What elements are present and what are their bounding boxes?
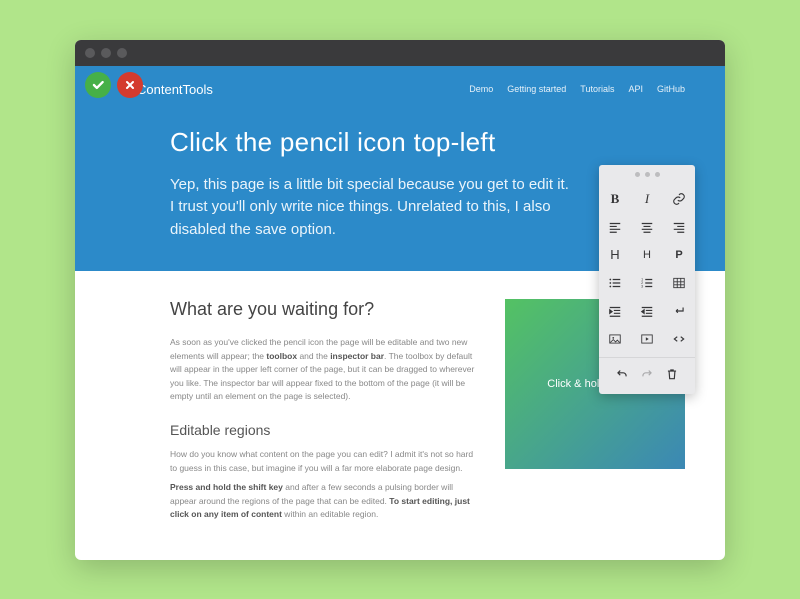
heading-icon: H [610,247,619,262]
italic-icon: I [645,191,649,207]
outdent-icon [640,304,654,318]
undo-icon [615,367,629,381]
tool-italic[interactable]: I [631,185,663,213]
nav-api[interactable]: API [628,84,643,94]
tool-undo[interactable] [610,364,634,384]
nav-row: ContentTools Demo Getting started Tutori… [115,66,685,127]
tool-ul[interactable] [599,269,631,297]
trash-icon [665,367,679,381]
nav-github[interactable]: GitHub [657,84,685,94]
editor-actions [85,72,143,98]
align-right-icon [672,220,686,234]
tool-indent[interactable] [599,297,631,325]
bold-icon: B [611,191,620,207]
tool-redo[interactable] [635,364,659,384]
subsection-heading[interactable]: Editable regions [170,422,481,438]
regions-paragraph[interactable]: How do you know what content on the page… [170,448,481,475]
redo-icon [640,367,654,381]
align-left-icon [608,220,622,234]
text-column: What are you waiting for? As soon as you… [170,299,481,528]
traffic-zoom-icon[interactable] [117,48,127,58]
link-icon [672,192,686,206]
nav-demo[interactable]: Demo [469,84,493,94]
app-window: ContentTools Demo Getting started Tutori… [75,40,725,560]
traffic-close-icon[interactable] [85,48,95,58]
traffic-minimize-icon[interactable] [101,48,111,58]
code-icon [672,332,686,346]
tool-video[interactable] [631,325,663,353]
toolbox-grid: B I H H P 123 [599,185,695,353]
tool-outdent[interactable] [631,297,663,325]
list-ul-icon [608,276,622,290]
tool-subheading[interactable]: H [631,241,663,269]
line-break-icon [672,304,686,318]
tool-link[interactable] [663,185,695,213]
confirm-button[interactable] [85,72,111,98]
nav-getting-started[interactable]: Getting started [507,84,566,94]
nav-tutorials[interactable]: Tutorials [580,84,614,94]
video-icon [640,332,654,346]
tool-align-center[interactable] [631,213,663,241]
tool-preformatted[interactable] [663,325,695,353]
grip-dot-icon [645,172,650,177]
tool-table[interactable] [663,269,695,297]
nav-links: Demo Getting started Tutorials API GitHu… [469,84,685,94]
subheading-icon: H [643,249,651,261]
check-icon [91,78,105,92]
tool-align-right[interactable] [663,213,695,241]
tool-ol[interactable]: 123 [631,269,663,297]
list-ol-icon: 123 [640,276,654,290]
svg-text:3: 3 [641,284,643,288]
window-titlebar [75,40,725,66]
tool-bold[interactable]: B [599,185,631,213]
cancel-button[interactable] [117,72,143,98]
grip-dot-icon [655,172,660,177]
intro-paragraph[interactable]: As soon as you've clicked the pencil ico… [170,336,481,404]
table-icon [672,276,686,290]
section-heading[interactable]: What are you waiting for? [170,299,481,320]
image-icon [608,332,622,346]
tool-image[interactable] [599,325,631,353]
tool-line-break[interactable] [663,297,695,325]
tool-remove[interactable] [660,364,684,384]
toolbox-footer [599,357,695,386]
brand-label: ContentTools [137,82,213,97]
tool-heading[interactable]: H [599,241,631,269]
toolbox-grip[interactable] [599,165,695,185]
align-center-icon [640,220,654,234]
tool-align-left[interactable] [599,213,631,241]
hero-title[interactable]: Click the pencil icon top-left [170,127,685,158]
paragraph-icon: P [675,249,682,261]
hero-subtitle[interactable]: Yep, this page is a little bit special b… [170,174,570,242]
tool-paragraph[interactable]: P [663,241,695,269]
toolbox[interactable]: B I H H P 123 [599,165,695,394]
shift-paragraph[interactable]: Press and hold the shift key and after a… [170,481,481,522]
close-icon [124,79,136,91]
grip-dot-icon [635,172,640,177]
indent-icon [608,304,622,318]
